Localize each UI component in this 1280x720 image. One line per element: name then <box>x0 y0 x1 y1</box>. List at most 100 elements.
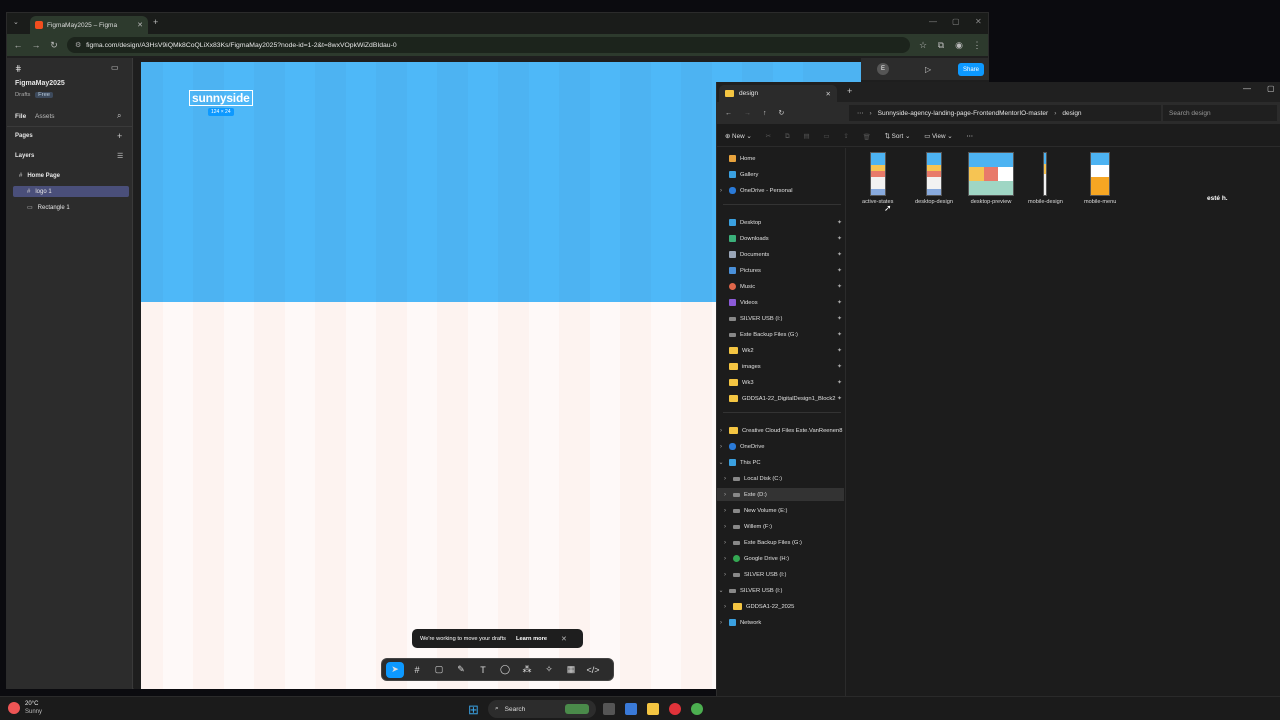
search-icon[interactable]: ⌕ <box>117 111 121 121</box>
browser-tab[interactable]: FigmaMay2025 – Figma ✕ <box>30 16 148 34</box>
frame-tool-icon[interactable]: # <box>408 662 426 678</box>
site-info-icon[interactable]: ⚙ <box>75 41 81 49</box>
add-page-icon[interactable]: + <box>117 131 122 141</box>
tab-file[interactable]: File <box>15 113 26 120</box>
file-item[interactable]: desktop-design <box>915 152 953 205</box>
avatar[interactable]: E <box>877 63 889 75</box>
url-field[interactable]: ⚙ figma.com/design/A3HsV9iQMk8CoQLiXx83K… <box>67 37 910 53</box>
nav-item-new-volume[interactable]: › New Volume (E:) <box>717 504 844 517</box>
bookmark-star-icon[interactable]: ☆ <box>918 40 928 51</box>
nav-item-silver-usb[interactable]: SILVER USB (I:) ✦ <box>717 312 844 325</box>
sort-button[interactable]: ⇅ Sort ⌄ <box>885 133 911 140</box>
nav-item-gallery[interactable]: Gallery <box>717 168 844 181</box>
nav-item-onedrive[interactable]: › OneDrive <box>717 440 844 453</box>
present-play-icon[interactable]: ▷ <box>925 65 931 74</box>
delete-icon[interactable]: 🗑 <box>863 133 871 141</box>
temperature[interactable]: 20°C <box>25 701 38 707</box>
nav-item-onedrive-personal[interactable]: › OneDrive - Personal <box>717 184 844 197</box>
nav-item-backup-g[interactable]: › Este Backup Files (G:) <box>717 536 844 549</box>
chrome-icon[interactable] <box>691 703 703 715</box>
back-icon[interactable]: ← <box>13 40 23 50</box>
layers-options-icon[interactable]: ☰ <box>117 152 123 160</box>
file-item[interactable]: desktop-preview <box>968 152 1014 205</box>
breadcrumb-item[interactable]: design <box>1062 110 1081 117</box>
minimize-icon[interactable]: — <box>929 17 937 26</box>
paste-icon[interactable]: ▤ <box>803 133 809 140</box>
new-tab-icon[interactable]: + <box>153 17 158 27</box>
nav-item-this-pc[interactable]: ⌄ This PC <box>717 456 844 469</box>
pin-icon[interactable]: ✦ <box>837 251 842 258</box>
text-tool-icon[interactable]: T <box>474 662 492 678</box>
pin-icon[interactable]: ✦ <box>837 363 842 370</box>
dev-mode-icon[interactable]: </> <box>584 662 602 678</box>
back-icon[interactable]: ← <box>725 110 732 117</box>
nav-item-backup-files[interactable]: Este Backup Files (G:) ✦ <box>717 328 844 341</box>
task-view-icon[interactable] <box>603 703 615 715</box>
file-item[interactable]: active-states <box>862 152 893 205</box>
weather-icon[interactable] <box>8 702 20 714</box>
breadcrumb[interactable]: ⋯ › Sunnyside-agency-landing-page-Fronte… <box>849 105 1161 121</box>
weather-text[interactable]: Sunny <box>25 709 42 715</box>
forward-icon[interactable]: → <box>744 110 751 117</box>
nav-item-este-d[interactable]: › Este (D:) <box>717 488 844 501</box>
file-item[interactable]: mobile-menu <box>1084 152 1116 205</box>
pin-icon[interactable]: ✦ <box>837 283 842 290</box>
view-button[interactable]: ▭ View ⌄ <box>924 133 952 140</box>
toast-close-icon[interactable]: ✕ <box>561 635 567 643</box>
nav-item-wk2[interactable]: Wk2 ✦ <box>717 344 844 357</box>
app-icon[interactable] <box>625 703 637 715</box>
layer-rectangle[interactable]: ▭ Rectangle 1 <box>13 202 129 213</box>
pin-icon[interactable]: ✦ <box>837 379 842 386</box>
nav-item-google-drive[interactable]: › Google Drive (H:) <box>717 552 844 565</box>
tab-close-icon[interactable]: ✕ <box>826 90 831 98</box>
cut-icon[interactable]: ✂ <box>766 133 771 140</box>
nav-item-music[interactable]: Music ✦ <box>717 280 844 293</box>
menu-dots-icon[interactable]: ⋮ <box>972 40 982 51</box>
profile-icon[interactable]: ◉ <box>954 40 964 51</box>
nav-item-documents[interactable]: Documents ✦ <box>717 248 844 261</box>
nav-item-silver-usb-root[interactable]: ⌄ SILVER USB (I:) <box>717 584 844 597</box>
design-mode-icon[interactable]: ▦ <box>562 662 580 678</box>
maximize-icon[interactable]: ▢ <box>952 17 960 26</box>
more-path-icon[interactable]: ⋯ <box>857 109 864 117</box>
rename-icon[interactable]: ▭ <box>823 133 829 140</box>
up-icon[interactable]: ↑ <box>763 110 767 117</box>
nav-item-pictures[interactable]: Pictures ✦ <box>717 264 844 277</box>
pin-icon[interactable]: ✦ <box>837 219 842 226</box>
pin-icon[interactable]: ✦ <box>837 395 842 402</box>
comment-tool-icon[interactable]: ◯ <box>496 662 514 678</box>
nav-item-downloads[interactable]: Downloads ✦ <box>717 232 844 245</box>
breadcrumb-item[interactable]: Sunnyside-agency-landing-page-FrontendMe… <box>878 110 1049 117</box>
actions-icon[interactable]: ⁂ <box>518 662 536 678</box>
maximize-icon[interactable]: ▢ <box>1267 84 1275 93</box>
nav-item-gddsa-block2[interactable]: GDDSA1-22_DigitalDesign1_Block2 ✦ <box>717 392 844 405</box>
panel-toggle-icon[interactable]: ▭ <box>111 63 119 72</box>
file-item[interactable]: mobile-design <box>1028 152 1063 205</box>
nav-item-silver-usb-pc[interactable]: › SILVER USB (I:) <box>717 568 844 581</box>
new-button[interactable]: ⊕ New ⌄ <box>725 133 752 140</box>
nav-item-gddsa-2025[interactable]: › GDDSA1-22_2025 <box>717 600 844 613</box>
search-input[interactable]: Search design <box>1163 105 1277 121</box>
move-tool-icon[interactable]: ➤ <box>386 661 404 678</box>
draw-mode-icon[interactable]: ✧ <box>540 662 558 678</box>
nav-item-images[interactable]: images ✦ <box>717 360 844 373</box>
refresh-icon[interactable]: ↻ <box>779 109 785 117</box>
opera-icon[interactable] <box>669 703 681 715</box>
new-tab-icon[interactable]: + <box>847 86 852 96</box>
share-icon[interactable]: ⇪ <box>843 133 848 140</box>
copy-icon[interactable]: ⧉ <box>785 133 790 141</box>
nav-item-videos[interactable]: Videos ✦ <box>717 296 844 309</box>
windows-start-icon[interactable]: ⊞ <box>468 702 479 718</box>
nav-item-desktop[interactable]: Desktop ✦ <box>717 216 844 229</box>
nav-item-creative-cloud[interactable]: › Creative Cloud Files Este.VanReenen8 <box>717 424 844 437</box>
shape-tool-icon[interactable]: ▢ <box>430 662 448 678</box>
forward-icon[interactable]: → <box>31 40 41 50</box>
nav-item-home[interactable]: Home <box>717 152 844 165</box>
pin-icon[interactable]: ✦ <box>837 347 842 354</box>
minimize-icon[interactable]: — <box>1243 84 1251 93</box>
close-window-icon[interactable]: ✕ <box>975 17 982 26</box>
file-explorer-icon[interactable] <box>647 703 659 715</box>
tab-assets[interactable]: Assets <box>35 113 55 120</box>
nav-item-wk3[interactable]: Wk3 ✦ <box>717 376 844 389</box>
layer-logo[interactable]: # logo 1 <box>13 186 129 197</box>
